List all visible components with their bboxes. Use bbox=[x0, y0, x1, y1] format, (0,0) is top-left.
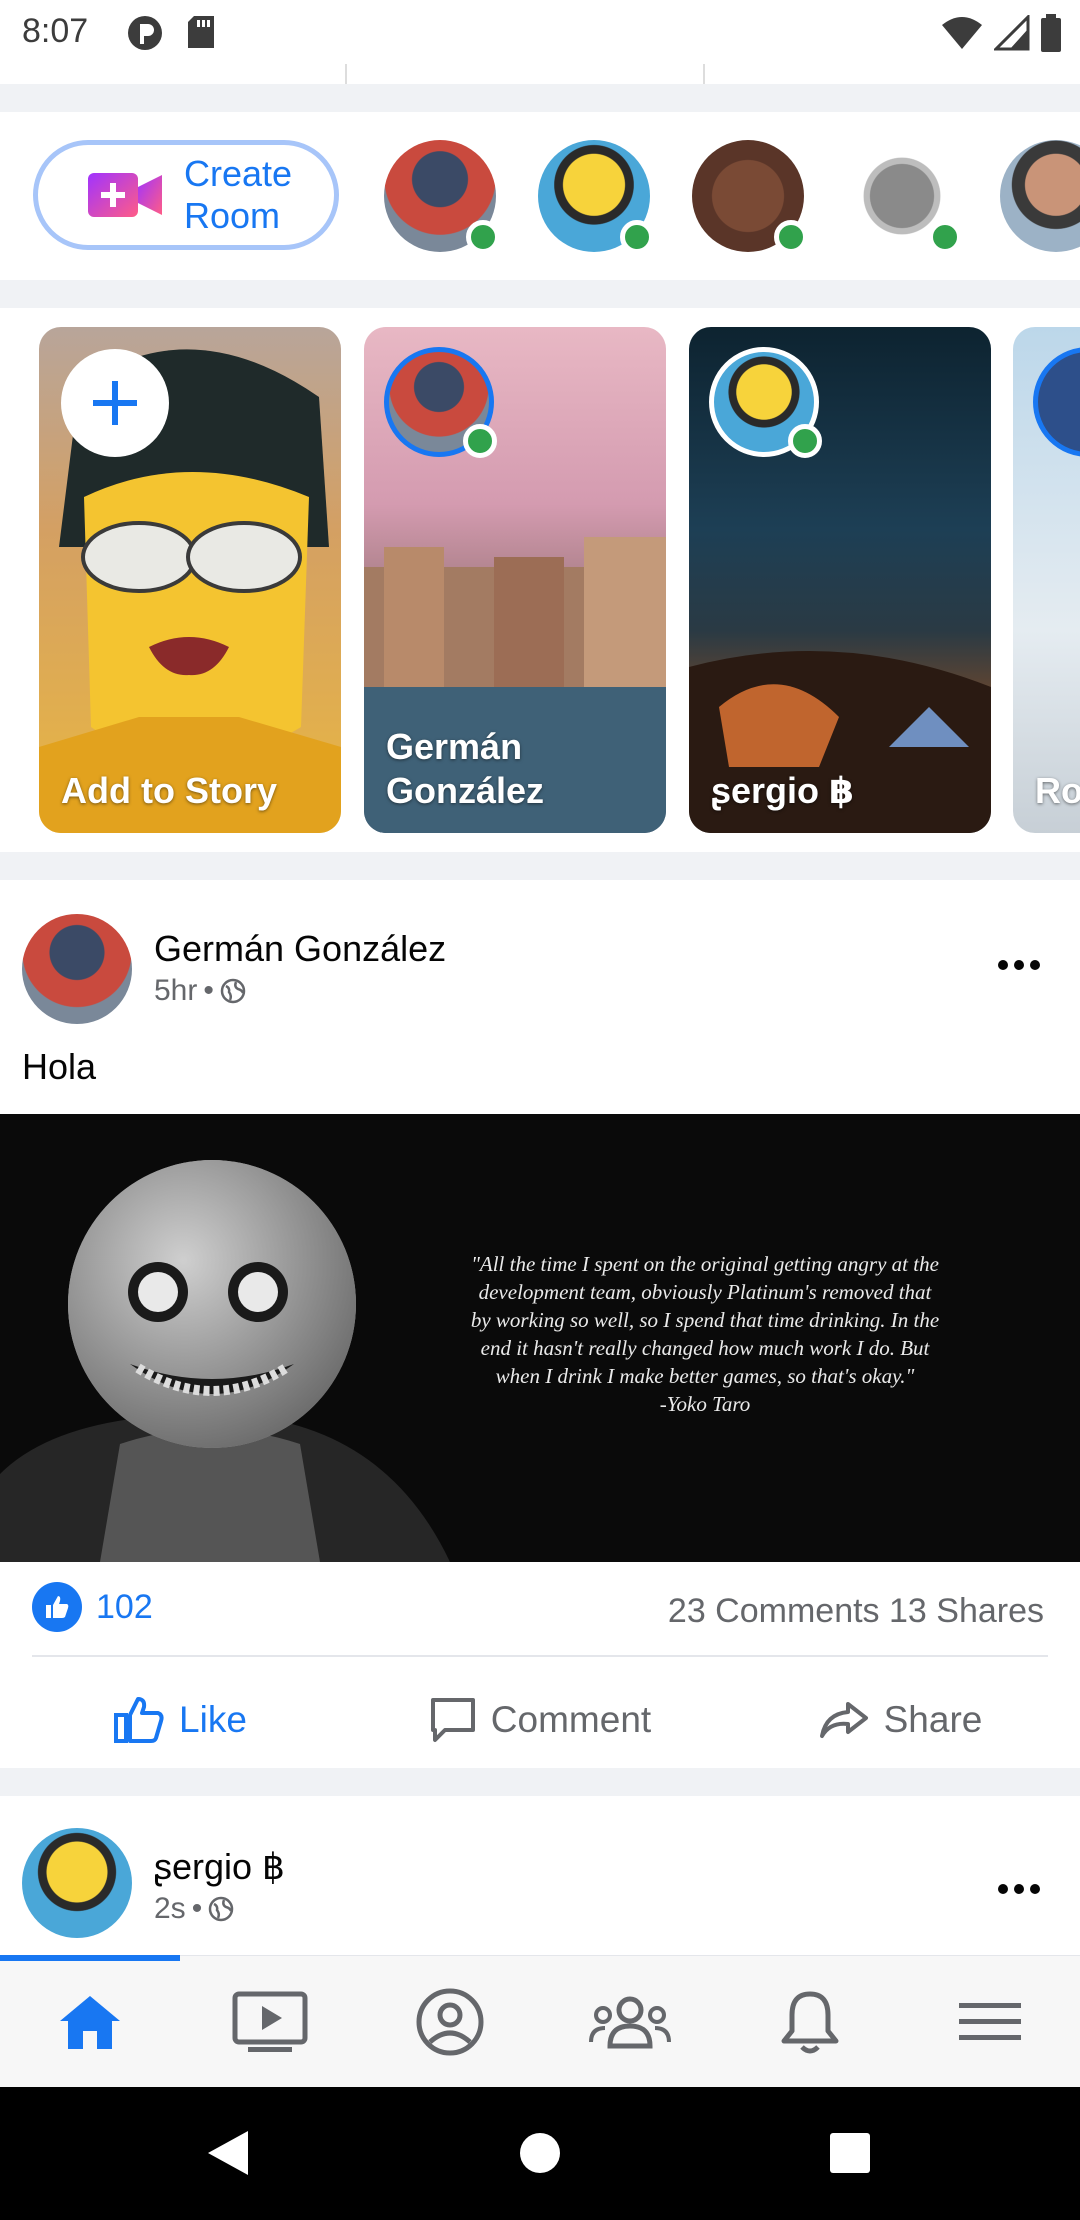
emil-mask-image bbox=[0, 1160, 450, 1562]
section-gap bbox=[0, 852, 1080, 880]
battery-icon bbox=[1041, 14, 1061, 52]
online-indicator bbox=[463, 424, 497, 458]
story-card-german[interactable]: Germán González bbox=[364, 327, 666, 833]
story-card-4[interactable]: Ro bbox=[1013, 327, 1080, 833]
share-label: Share bbox=[883, 1699, 983, 1740]
reaction-summary[interactable]: 102 bbox=[32, 1582, 153, 1632]
bottom-navigation bbox=[0, 1955, 1080, 2087]
room-avatar-2[interactable] bbox=[538, 140, 654, 254]
status-time: 8:07 bbox=[22, 12, 89, 50]
post-author-avatar[interactable] bbox=[22, 1828, 132, 1938]
hamburger-menu-icon bbox=[959, 2002, 1021, 2040]
thumbs-up-icon bbox=[46, 1596, 69, 1618]
story-author-avatar bbox=[709, 347, 822, 458]
feed-post: ʂergio ฿ 2s • bbox=[0, 1796, 1080, 1956]
online-indicator bbox=[788, 424, 822, 458]
create-room-label: Create Room bbox=[184, 153, 293, 236]
video-icon bbox=[232, 1991, 308, 2052]
share-icon bbox=[819, 1702, 868, 1738]
comment-icon bbox=[430, 1698, 475, 1742]
home-button-icon[interactable] bbox=[519, 2132, 561, 2174]
comment-button[interactable]: Comment bbox=[360, 1680, 720, 1760]
story-card-sergio[interactable]: ʂergio ฿ bbox=[689, 327, 991, 833]
post-author-name[interactable]: ʂergio ฿ bbox=[154, 1846, 285, 1888]
online-indicator bbox=[620, 220, 654, 254]
room-avatar-1[interactable] bbox=[384, 140, 500, 254]
divider bbox=[32, 1655, 1048, 1657]
online-indicator bbox=[774, 220, 808, 254]
globe-icon bbox=[220, 978, 246, 1004]
story-author-avatar bbox=[1033, 347, 1080, 457]
app-notification-icon bbox=[128, 16, 162, 50]
post-time[interactable]: 5hr bbox=[154, 974, 197, 1008]
thumbs-up-outline-icon bbox=[114, 1697, 164, 1743]
create-room-button[interactable]: Create Room bbox=[33, 140, 339, 250]
comment-count[interactable]: 23 Comments bbox=[668, 1592, 880, 1630]
wifi-icon bbox=[942, 17, 982, 49]
meta-separator: • bbox=[203, 974, 214, 1007]
online-indicator bbox=[928, 220, 962, 254]
room-avatar-5[interactable] bbox=[1000, 140, 1080, 252]
post-author-name[interactable]: Germán González bbox=[154, 928, 446, 970]
post-time[interactable]: 2s bbox=[154, 1892, 186, 1926]
nav-menu[interactable] bbox=[900, 1956, 1080, 2087]
like-count: 102 bbox=[96, 1587, 153, 1626]
like-reaction-badge bbox=[32, 1582, 82, 1632]
quote-text: "All the time I spent on the original ge… bbox=[470, 1252, 940, 1388]
feed-post: Germán González 5hr • Hola "All the time… bbox=[0, 880, 1080, 1768]
android-navigation-bar bbox=[0, 2087, 1080, 2220]
post-actions: Like Comment Share bbox=[0, 1680, 1080, 1760]
post-more-button[interactable] bbox=[998, 960, 1040, 970]
story-label: ʂergio ฿ bbox=[711, 770, 855, 811]
engagement-counts: 23 Comments 13 Shares bbox=[668, 1592, 1044, 1631]
like-button[interactable]: Like bbox=[0, 1680, 360, 1760]
section-gap bbox=[0, 84, 1080, 112]
story-card-add[interactable]: Add to Story bbox=[39, 327, 341, 833]
post-meta: 5hr • bbox=[154, 974, 246, 1008]
active-tab-indicator bbox=[0, 1955, 180, 1961]
stories-section: Add to Story Germán González ʂergio ฿ Ro bbox=[0, 308, 1080, 852]
post-image[interactable]: "All the time I spent on the original ge… bbox=[0, 1114, 1080, 1562]
share-count[interactable]: 13 Shares bbox=[889, 1592, 1044, 1630]
share-button[interactable]: Share bbox=[720, 1680, 1080, 1760]
nav-home[interactable] bbox=[0, 1956, 180, 2087]
bell-icon bbox=[781, 1991, 839, 2053]
nav-notifications[interactable] bbox=[720, 1956, 900, 2087]
home-icon bbox=[60, 1995, 120, 2049]
post-more-button[interactable] bbox=[998, 1884, 1040, 1894]
status-bar: 8:07 bbox=[0, 0, 1080, 64]
room-avatar-4[interactable] bbox=[846, 140, 962, 254]
add-story-button[interactable] bbox=[61, 349, 169, 457]
back-icon[interactable] bbox=[206, 2129, 250, 2177]
story-label: Ro bbox=[1035, 770, 1080, 811]
rooms-section: Create Room bbox=[0, 112, 1080, 280]
online-indicator bbox=[466, 220, 500, 254]
nav-profile[interactable] bbox=[360, 1956, 540, 2087]
sd-card-icon bbox=[188, 16, 214, 48]
signal-icon bbox=[994, 15, 1030, 51]
nav-groups[interactable] bbox=[540, 1956, 720, 2087]
globe-icon bbox=[208, 1896, 234, 1922]
story-label: Add to Story bbox=[61, 770, 277, 811]
section-gap bbox=[0, 1768, 1080, 1796]
story-author-avatar bbox=[384, 347, 497, 458]
top-strip bbox=[0, 64, 1080, 84]
post-author-avatar[interactable] bbox=[22, 914, 132, 1024]
comment-label: Comment bbox=[490, 1699, 652, 1740]
video-camera-plus-icon bbox=[88, 173, 162, 217]
meta-separator: • bbox=[191, 1892, 203, 1925]
post-text: Hola bbox=[22, 1046, 97, 1087]
story-label: Germán González bbox=[386, 726, 545, 811]
quote-attribution: -Yoko Taro bbox=[659, 1392, 751, 1416]
post-meta: 2s • bbox=[154, 1892, 234, 1926]
profile-icon bbox=[416, 1988, 484, 2055]
plus-icon bbox=[93, 381, 137, 425]
nav-watch[interactable] bbox=[180, 1956, 360, 2087]
section-gap bbox=[0, 280, 1080, 308]
room-avatar-3[interactable] bbox=[692, 140, 808, 254]
image-quote: "All the time I spent on the original ge… bbox=[470, 1250, 940, 1418]
like-label: Like bbox=[179, 1699, 247, 1740]
recents-icon[interactable] bbox=[829, 2132, 871, 2174]
groups-icon bbox=[589, 1996, 671, 2048]
